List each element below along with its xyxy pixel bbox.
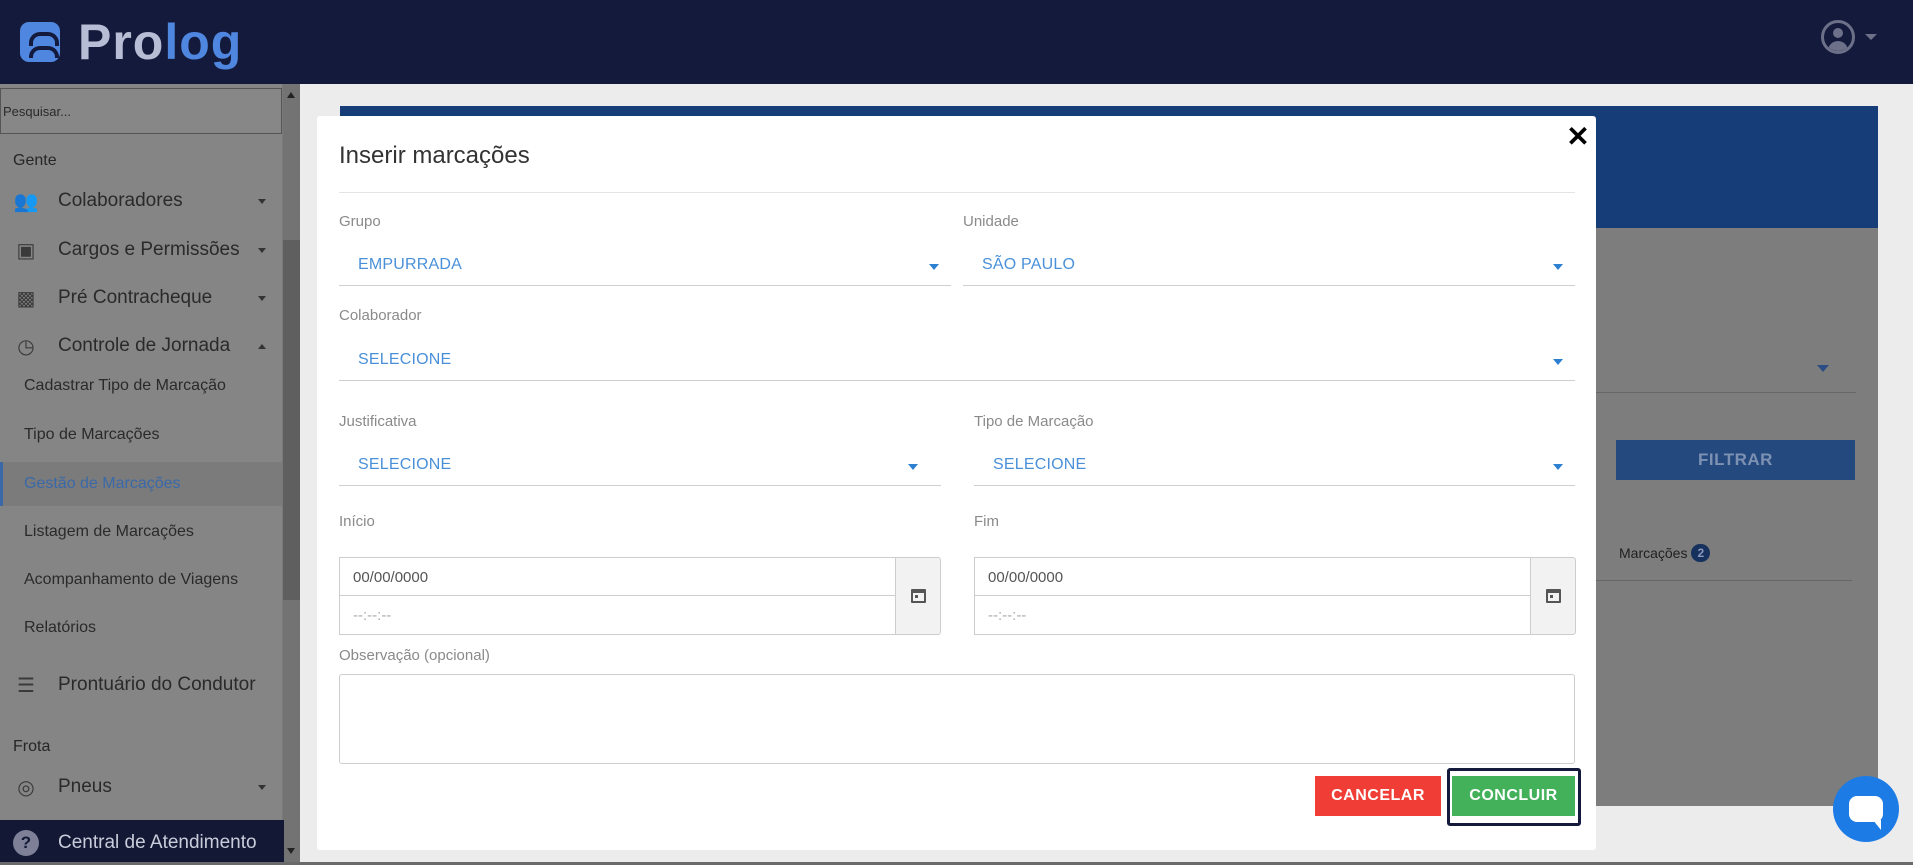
chat-button[interactable] <box>1833 776 1899 842</box>
colaborador-label: Colaborador <box>339 307 422 324</box>
count-badge: 2 <box>1691 544 1711 562</box>
observacao-textarea[interactable] <box>339 674 1575 764</box>
sidebar-item-controle-jornada[interactable]: ◷ Controle de Jornada <box>0 326 282 366</box>
sidebar-search-input[interactable] <box>0 88 282 134</box>
tire-icon: ◎ <box>17 776 35 799</box>
section-title-frota: Frota <box>13 738 51 755</box>
inicio-label: Início <box>339 513 375 530</box>
sidebar-subitem-listagem-marcacoes[interactable]: Listagem de Marcações <box>0 510 282 554</box>
modal-title: Inserir marcações <box>339 142 530 169</box>
caret-down-icon <box>258 295 266 301</box>
badge-icon: ▣ <box>16 239 36 262</box>
clock-check-icon: ◷ <box>17 335 35 358</box>
confirm-button[interactable]: CONCLUIR <box>1452 776 1575 816</box>
help-center-bar[interactable]: ? Central de Atendimento <box>0 820 284 865</box>
sidebar-item-prontuario[interactable]: ☰ Prontuário do Condutor <box>0 665 282 705</box>
chevron-down-icon <box>1817 365 1829 372</box>
chevron-down-icon <box>1553 464 1563 470</box>
tab-divider <box>1596 580 1852 581</box>
people-icon: 👥 <box>13 190 39 213</box>
tipo-marcacao-select-value: SELECIONE <box>993 456 1087 473</box>
fim-calendar-button[interactable] <box>1530 557 1576 635</box>
sidebar-item-label: Cargos e Permissões <box>58 239 240 260</box>
colaborador-select-value: SELECIONE <box>358 351 452 368</box>
calendar-icon <box>910 589 926 603</box>
calendar-icon <box>1545 589 1561 603</box>
wallet-icon: ▩ <box>16 287 36 310</box>
tab-marcacoes[interactable]: Marcações 2 <box>1619 544 1711 562</box>
sidebar-item-label: Colaboradores <box>58 190 183 211</box>
cancel-button[interactable]: CANCELAR <box>1315 776 1441 816</box>
logo-text-part1: Pro <box>78 14 165 70</box>
justificativa-select[interactable]: SELECIONE <box>339 446 941 486</box>
caret-down-icon <box>258 198 266 204</box>
user-avatar-icon[interactable] <box>1821 20 1855 54</box>
chevron-down-icon <box>1553 359 1563 365</box>
sidebar-subitem-relatorios[interactable]: Relatórios <box>0 606 282 650</box>
tipo-marcacao-select[interactable]: SELECIONE <box>974 446 1575 486</box>
prolog-logo[interactable]: Prolog <box>20 14 242 70</box>
close-icon[interactable]: ✕ <box>1563 122 1593 152</box>
unidade-select[interactable]: SÃO PAULO <box>963 246 1575 286</box>
sidebar-item-pre-contracheque[interactable]: ▩ Pré Contracheque <box>0 278 282 318</box>
fim-time-input[interactable] <box>974 595 1531 635</box>
sidebar-subitem-gestao-marcacoes[interactable]: Gestão de Marcações <box>0 462 282 506</box>
justificativa-select-value: SELECIONE <box>358 456 452 473</box>
sidebar-menu: Gente 👥 Colaboradores ▣ Cargos e Permiss… <box>0 84 282 865</box>
chat-bubble-icon <box>1849 796 1883 830</box>
fim-label: Fim <box>974 513 999 530</box>
caret-down-icon <box>258 784 266 790</box>
grupo-label: Grupo <box>339 213 381 230</box>
fim-date-input[interactable] <box>974 557 1531 597</box>
sidebar-subitem-tipo-marcacoes[interactable]: Tipo de Marcações <box>0 413 282 457</box>
logo-text-part2: log <box>164 14 243 70</box>
help-center-label: Central de Atendimento <box>58 831 257 853</box>
user-menu[interactable] <box>1821 20 1877 54</box>
sidebar-item-label: Controle de Jornada <box>58 335 231 356</box>
chevron-down-icon <box>1553 264 1563 270</box>
sidebar: Gente 👥 Colaboradores ▣ Cargos e Permiss… <box>0 84 300 865</box>
tipo-marcacao-label: Tipo de Marcação <box>974 413 1094 430</box>
sidebar-subitem-acompanhamento-viagens[interactable]: Acompanhamento de Viagens <box>0 558 282 602</box>
inicio-date-input[interactable] <box>339 557 896 597</box>
tab-label: Marcações <box>1619 545 1688 561</box>
sidebar-item-pneus[interactable]: ◎ Pneus <box>0 767 282 807</box>
scroll-up-arrow-icon[interactable] <box>287 92 295 98</box>
chevron-down-icon[interactable] <box>1865 34 1877 40</box>
sidebar-item-label: Pré Contracheque <box>58 287 213 308</box>
background-select-underline <box>1596 392 1856 393</box>
grupo-select[interactable]: EMPURRADA <box>339 246 951 286</box>
sidebar-item-cargos[interactable]: ▣ Cargos e Permissões <box>0 230 282 270</box>
sidebar-subitem-cadastrar-tipo[interactable]: Cadastrar Tipo de Marcação <box>0 364 282 408</box>
chevron-down-icon <box>908 464 918 470</box>
inicio-datetime-group <box>339 557 941 635</box>
observacao-label: Observação (opcional) <box>339 647 490 664</box>
modal-divider <box>339 192 1575 193</box>
help-question-icon: ? <box>13 829 39 856</box>
inicio-calendar-button[interactable] <box>895 557 941 635</box>
scroll-down-arrow-icon[interactable] <box>287 848 295 854</box>
caret-down-icon <box>258 247 266 253</box>
unidade-label: Unidade <box>963 213 1019 230</box>
section-title-gente: Gente <box>13 152 57 169</box>
insert-marks-modal: ✕ Inserir marcações Grupo EMPURRADA Unid… <box>317 116 1596 850</box>
grupo-select-value: EMPURRADA <box>358 256 463 273</box>
document-list-icon: ☰ <box>17 674 35 697</box>
chevron-down-icon <box>929 264 939 270</box>
logo-mark-icon <box>20 22 60 62</box>
sidebar-item-label: Pneus <box>58 776 112 797</box>
colaborador-select[interactable]: SELECIONE <box>339 341 1575 381</box>
sidebar-item-colaboradores[interactable]: 👥 Colaboradores <box>0 181 282 221</box>
filter-button[interactable]: FILTRAR <box>1616 440 1855 480</box>
unidade-select-value: SÃO PAULO <box>982 256 1076 273</box>
top-navbar: Prolog <box>0 0 1913 84</box>
sidebar-scrollbar-thumb[interactable] <box>283 240 300 600</box>
fim-datetime-group <box>974 557 1576 635</box>
logo-text: Prolog <box>78 14 242 70</box>
caret-up-icon <box>258 343 266 349</box>
sidebar-item-label: Prontuário do Condutor <box>58 674 256 695</box>
justificativa-label: Justificativa <box>339 413 417 430</box>
inicio-time-input[interactable] <box>339 595 896 635</box>
